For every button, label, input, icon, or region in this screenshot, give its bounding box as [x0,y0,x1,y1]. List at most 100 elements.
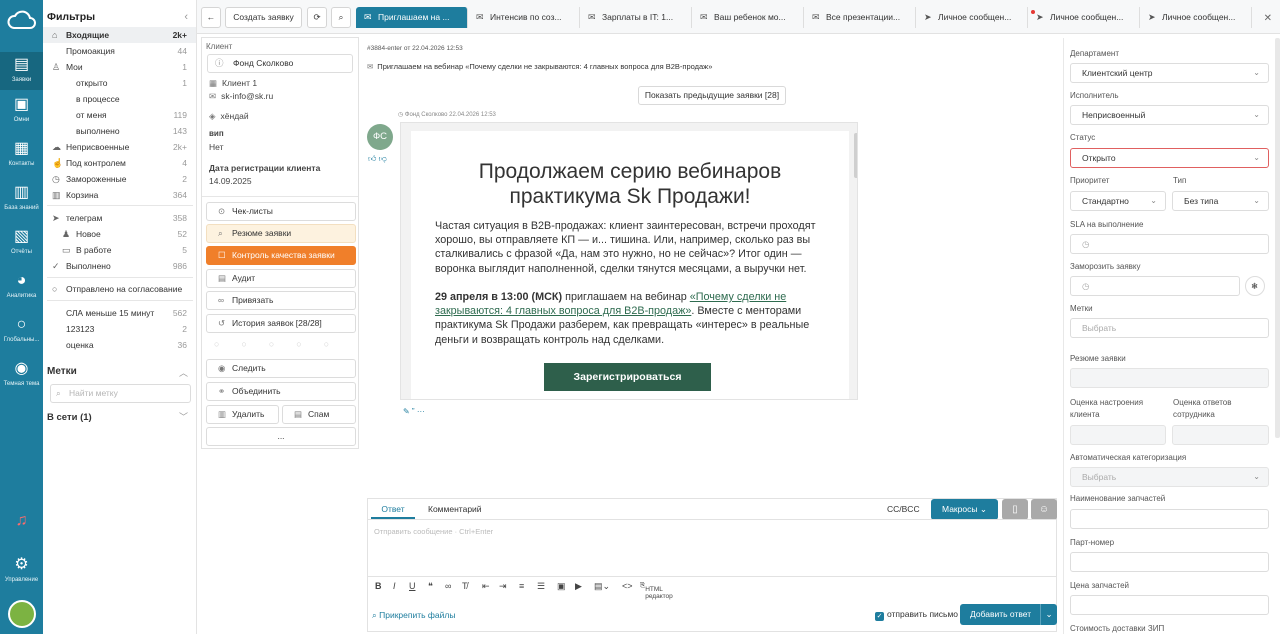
image-icon[interactable]: ▣ [557,581,566,592]
sla-input[interactable]: ◷ [1070,234,1269,254]
book-icon[interactable]: ▯ [1002,499,1028,520]
tab-ticket-6[interactable]: ➤ Личное сообщен... [916,7,1028,28]
bullet-list-icon[interactable]: ☰ [537,581,545,592]
priority-select[interactable]: Стандартно ⌄ [1070,191,1166,211]
message-actions[interactable]: ✎ ” ··· [403,407,425,416]
filter-done[interactable]: выполнено 143 [43,123,196,139]
back-button[interactable]: ← [201,7,221,28]
html-editor-button[interactable]: ⎘ HTML редактор [640,582,673,600]
chevron-up-icon[interactable]: ︿ [179,366,188,379]
tab-ticket-3[interactable]: ✉ Зарплаты в IT: 1... [580,7,692,28]
summary-button[interactable]: ⌕ Резюме заявки [206,224,356,243]
tab-ticket-7[interactable]: ➤ Личное сообщен... [1028,7,1140,28]
tab-ticket-5[interactable]: ✉ Все презентации... [804,7,916,28]
quote-icon[interactable]: ❝ [428,581,433,592]
freeze-input[interactable]: ◷ [1070,276,1240,296]
chevron-down-icon[interactable]: ﹀ [179,410,188,423]
tab-comment[interactable]: Комментарий [428,499,482,519]
filter-from-me[interactable]: от меня 119 [43,107,196,123]
refresh-button[interactable]: ⟳ [307,7,327,28]
indent-icon[interactable]: ⇥ [499,581,507,592]
department-select[interactable]: Клиентский центр ⌄ [1070,63,1269,83]
delete-button[interactable]: ▥ Удалить [206,405,279,424]
link-icon[interactable]: ∞ [445,581,451,591]
parts-input[interactable] [1070,509,1269,529]
clear-format-icon[interactable]: T̸ [462,581,468,591]
filter-123123[interactable]: 123123 2 [43,321,196,337]
partno-input[interactable] [1070,552,1269,572]
audit-button[interactable]: ▤ Аудит [206,269,356,288]
create-ticket-button[interactable]: Создать заявку [225,7,302,28]
filter-promo[interactable]: Промоакция 44 [43,43,196,59]
bold-icon[interactable]: B [375,581,382,591]
close-tabs-icon[interactable]: ✕ [1264,13,1272,24]
filter-trash[interactable]: ▥ Корзина 364 [43,187,196,203]
chevron-down-icon[interactable]: ⌄ [1040,604,1057,625]
filter-rating[interactable]: оценка 36 [43,337,196,353]
add-reply-button[interactable]: Добавить ответ ⌄ [960,604,1057,625]
underline-icon[interactable]: U [409,581,416,591]
quality-control-button[interactable]: ☐ Контроль качества заявки [206,246,356,265]
filter-open[interactable]: открыто 1 [43,75,196,91]
template-icon[interactable]: ▤⌄ [594,581,610,592]
tag-search-input[interactable]: ⌕ Найти метку [50,384,191,403]
filter-sla[interactable]: СЛА меньше 15 минут 562 [43,305,196,321]
type-select[interactable]: Без типа ⌄ [1172,191,1269,211]
spam-button[interactable]: ▤ Спам [282,405,356,424]
link-button[interactable]: ∞ Привязать [206,291,356,310]
status-select[interactable]: Открыто ⌄ [1070,148,1269,168]
tab-ticket-1[interactable]: ✉ Приглашаем на ... [356,7,468,28]
like-icons[interactable]: 👍︎ 👎︎ [368,154,387,164]
outdent-icon[interactable]: ⇤ [482,581,490,592]
filter-controlled[interactable]: ☝ Под контролем 4 [43,155,196,171]
client-name-field[interactable]: ⓘ Фонд Сколково [207,54,353,73]
nav-contacts[interactable]: ▦ Контакты [0,140,43,167]
price-input[interactable] [1070,595,1269,615]
cc-bcc-link[interactable]: CC/BCC [887,499,920,519]
nav-knowledge[interactable]: ▥ База знаний [0,184,43,211]
filter-at-work[interactable]: ▭ В работе 5 [43,242,196,258]
filter-unassigned[interactable]: ☁ Неприсвоенные 2k+ [43,139,196,155]
cloud-logo-icon[interactable] [6,6,38,36]
filter-telegram[interactable]: ➤ телеграм 358 [43,210,196,226]
tab-reply[interactable]: Ответ [371,499,415,519]
history-button[interactable]: ↺ История заявок [28/28] [206,314,356,333]
user-avatar[interactable] [8,600,36,628]
properties-scrollbar[interactable] [1275,38,1280,438]
snowflake-button[interactable]: ❄ [1245,276,1265,296]
search-button[interactable]: ⌕ [331,7,351,28]
nav-omni[interactable]: ▣ Омни [0,96,43,123]
filter-in-progress[interactable]: в процессе [43,91,196,107]
scroll-thumb[interactable] [854,133,857,178]
ordered-list-icon[interactable]: ≡ [519,581,524,591]
filter-sent-approval[interactable]: ○ Отправлено на согласование [43,281,196,297]
online-title[interactable]: В сети (1) [47,412,92,423]
nav-management[interactable]: ⚙ Управление [0,556,43,583]
more-button[interactable]: ... [206,427,356,446]
register-button[interactable]: Зарегистрироваться [544,363,711,391]
code-icon[interactable]: <> [622,581,633,591]
tags-select[interactable]: Выбрать [1070,318,1269,338]
tab-ticket-4[interactable]: ✉ Ваш ребенок мо... [692,7,804,28]
autocat-select[interactable]: Выбрать ⌄ [1070,467,1269,487]
nav-global-search[interactable]: ○ Глобальны... [0,316,43,343]
filter-completed[interactable]: ✓ Выполнено 986 [43,258,196,274]
email-scrollbar[interactable] [854,123,857,399]
nav-tickets[interactable]: ▤ Заявки [0,52,43,90]
nav-reports[interactable]: ▧ Отчёты [0,228,43,255]
nav-analytics[interactable]: ◕ Аналитика [0,272,43,299]
client-email[interactable]: ✉ sk-info@sk.ru [209,91,273,102]
italic-icon[interactable]: I [393,581,396,591]
nav-dark-theme[interactable]: ◉ Темная тема [0,360,43,387]
follow-button[interactable]: ◉ Следить [206,359,356,378]
show-previous-button[interactable]: Показать предыдущие заявки [28] [638,86,786,105]
tab-ticket-8[interactable]: ➤ Личное сообщен... [1140,7,1252,28]
merge-button[interactable]: ⚭ Объединить [206,382,356,401]
checklists-button[interactable]: ⊙ Чек-листы [206,202,356,221]
tab-ticket-2[interactable]: ✉ Интенсив по соз... [468,7,580,28]
filter-new[interactable]: ♟ Новое 52 [43,226,196,242]
notifications-bell[interactable]: ♫ [0,512,43,533]
attach-files-button[interactable]: ⌕ Прикрепить файлы [372,610,455,621]
filter-inbox[interactable]: ⌂ Входящие 2k+ [43,27,196,43]
video-icon[interactable]: ▶ [575,581,582,592]
